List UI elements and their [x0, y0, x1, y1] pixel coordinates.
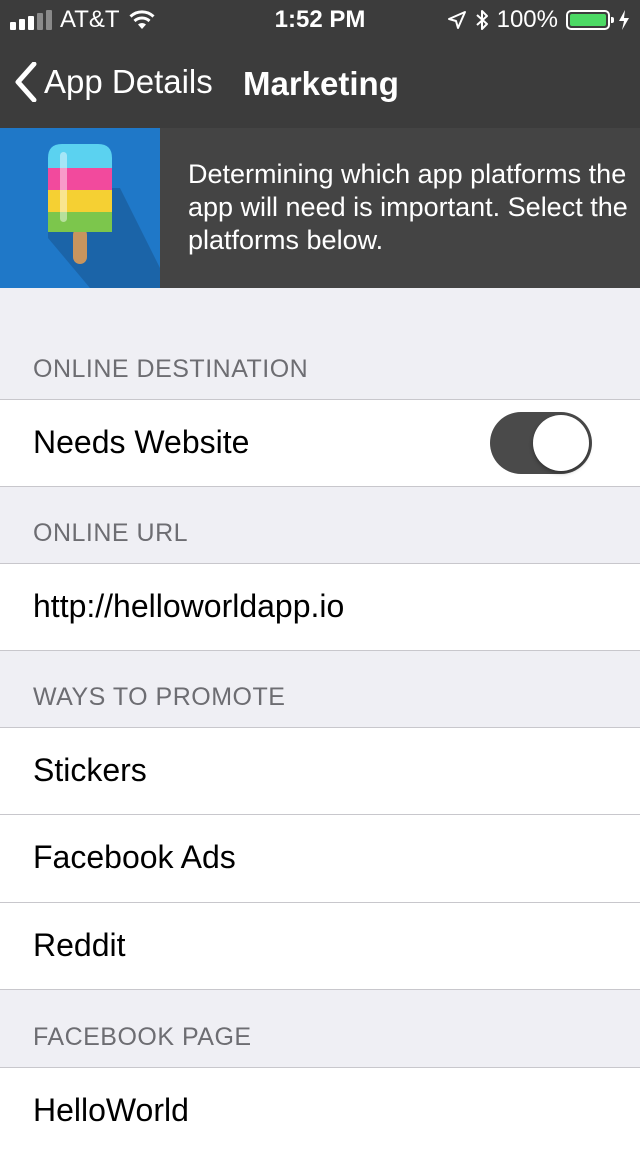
list-item-stickers[interactable]: Stickers [0, 727, 640, 815]
section-header-label: WAYS TO PROMOTE [33, 683, 286, 711]
list-item-reddit[interactable]: Reddit [0, 902, 640, 990]
facebook-page-row[interactable]: HelloWorld [0, 1067, 640, 1155]
info-banner: Determining which app platforms the app … [0, 128, 640, 288]
banner-text: Determining which app platforms the app … [188, 159, 628, 255]
list-item-label: Facebook Ads [33, 839, 236, 875]
online-url-value: http://helloworldapp.io [33, 588, 345, 624]
battery-icon [566, 10, 614, 30]
needs-website-label: Needs Website [33, 424, 250, 460]
section-header-label: FACEBOOK PAGE [33, 1023, 252, 1051]
charging-bolt-icon [619, 10, 629, 30]
popsicle-icon [0, 128, 160, 288]
list-item-facebook-ads[interactable]: Facebook Ads [0, 814, 640, 902]
needs-website-row: Needs Website [0, 399, 640, 487]
bluetooth-icon [475, 10, 488, 30]
page-title: Marketing [243, 65, 399, 102]
back-button[interactable]: App Details [14, 62, 213, 102]
back-button-label: App Details [44, 63, 213, 100]
status-bar: AT&T 1:52 PM 100% [0, 0, 640, 40]
section-header-online-destination: ONLINE DESTINATION [0, 352, 640, 388]
chevron-left-icon [15, 62, 37, 102]
online-url-row[interactable]: http://helloworldapp.io [0, 563, 640, 651]
list-item-label: Reddit [33, 927, 126, 963]
battery-percent: 100% [496, 6, 558, 33]
toggle-knob [533, 415, 589, 471]
facebook-page-value: HelloWorld [33, 1092, 189, 1128]
list-item-label: Stickers [33, 752, 147, 788]
section-header-label: ONLINE DESTINATION [33, 355, 309, 383]
needs-website-toggle[interactable] [490, 412, 592, 474]
top-bar: AT&T 1:52 PM 100% App Details Marketing [0, 0, 640, 128]
nav-bar: App Details Marketing [0, 40, 640, 128]
location-arrow-icon [447, 11, 466, 29]
section-header-ways-to-promote: WAYS TO PROMOTE [0, 680, 640, 716]
section-header-label: ONLINE URL [33, 519, 189, 547]
section-header-facebook-page: FACEBOOK PAGE [0, 1020, 640, 1056]
section-header-online-url: ONLINE URL [0, 516, 640, 552]
